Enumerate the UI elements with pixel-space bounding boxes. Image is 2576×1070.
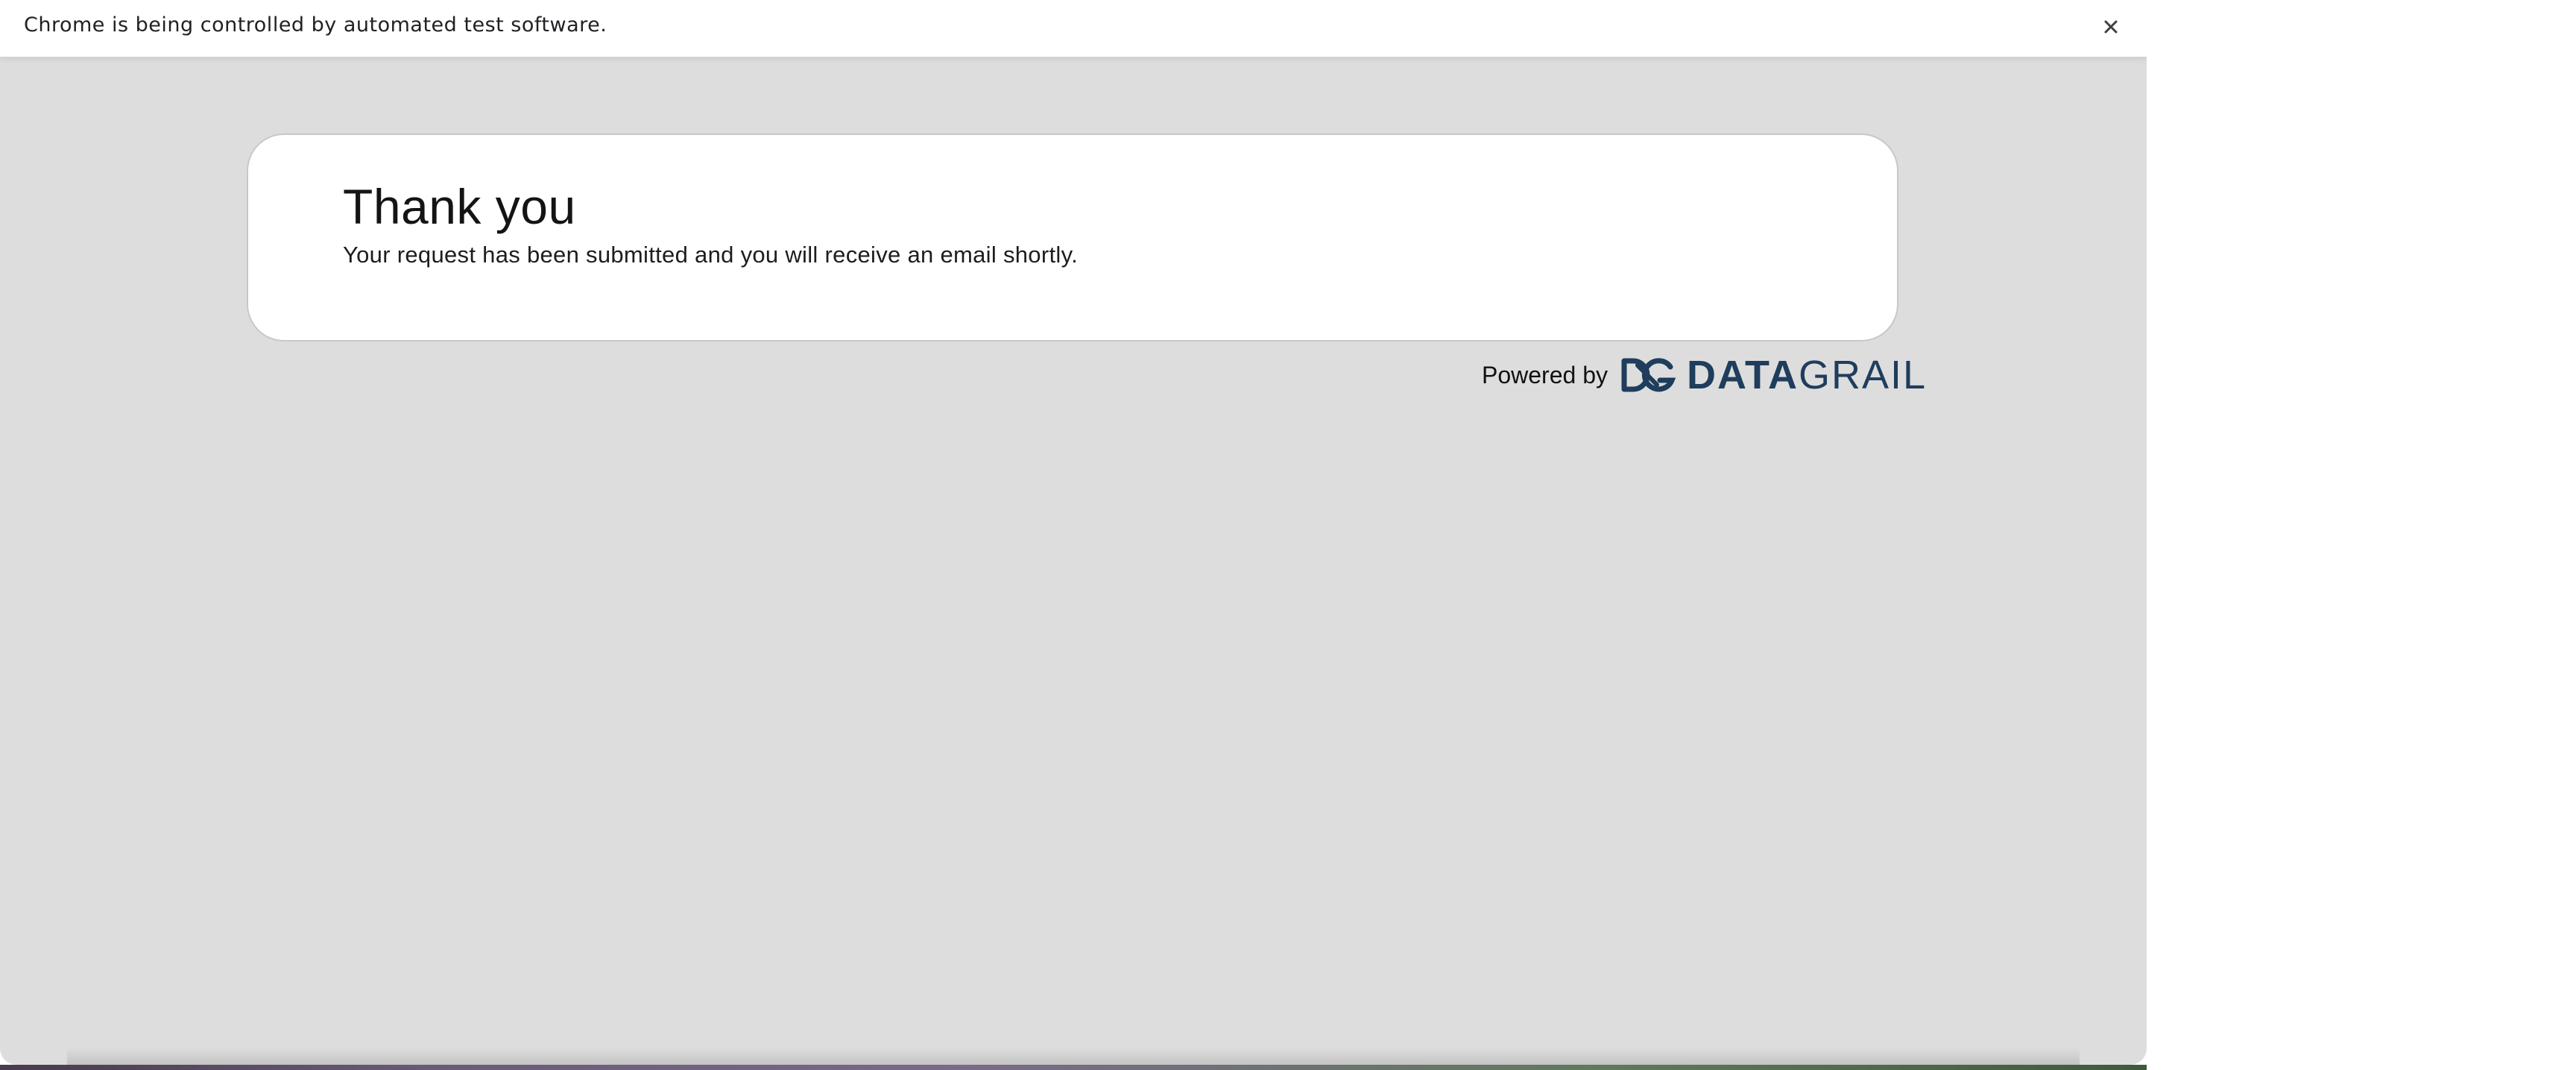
confirmation-card: Thank you Your request has been submitte… (247, 133, 1898, 342)
infobar-message: Chrome is being controlled by automated … (24, 13, 607, 37)
page-title: Thank you (343, 179, 576, 234)
page-content: Thank you Your request has been submitte… (0, 60, 2147, 1065)
powered-by: Powered by DATAGRAIL (1482, 354, 1927, 396)
browser-window: Chrome is being controlled by automated … (0, 0, 2147, 1065)
powered-by-label: Powered by (1482, 361, 1608, 388)
desktop-background (0, 1065, 2147, 1070)
automation-infobar: Chrome is being controlled by automated … (0, 0, 2147, 58)
screen: Chrome is being controlled by automated … (0, 0, 2576, 1070)
window-bottom-shadow (67, 1048, 2080, 1065)
wordmark-bold: DATA (1686, 353, 1799, 397)
datagrail-wordmark: DATAGRAIL (1687, 355, 1927, 395)
datagrail-logo[interactable]: DATAGRAIL (1621, 355, 1927, 395)
datagrail-dg-icon (1621, 358, 1676, 392)
close-icon[interactable] (2093, 9, 2129, 45)
confirmation-message: Your request has been submitted and you … (343, 242, 1078, 268)
wordmark-light: GRAIL (1798, 353, 1928, 397)
